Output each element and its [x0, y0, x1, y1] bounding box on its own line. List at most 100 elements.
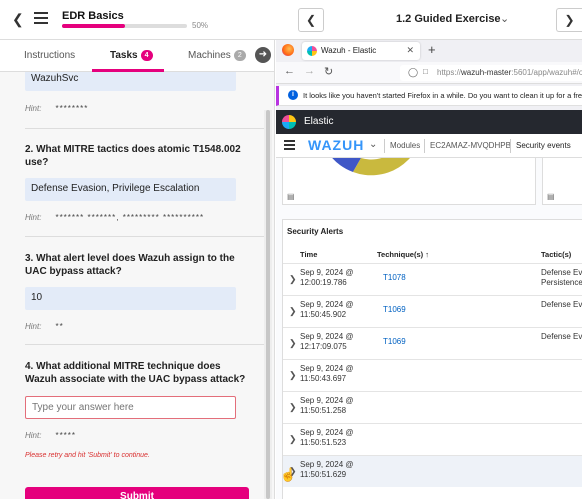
lock-icon[interactable]: □	[423, 67, 428, 76]
table-icon[interactable]: ▤	[547, 192, 555, 201]
security-alerts-panel: Security Alerts Time Technique(s) ↑ Tact…	[282, 219, 582, 499]
breadcrumb-security-events[interactable]: Security events	[516, 141, 571, 150]
table-row[interactable]: ❯ Sep 9, 2024 @ 11:50:51.523	[283, 423, 582, 455]
course-progress-fill	[62, 24, 125, 28]
divider	[384, 139, 385, 153]
question-2: 2. What MITRE tactics does atomic T1548.…	[25, 144, 241, 168]
divider	[25, 128, 264, 129]
info-icon: i	[288, 90, 298, 100]
chevron-right-icon[interactable]: ❯	[289, 274, 297, 285]
alert-time: Sep 9, 2024 @ 11:50:43.697	[300, 364, 354, 383]
side-panel: ▤	[542, 158, 582, 205]
retry-message: Please retry and hit 'Submit' to continu…	[25, 452, 150, 459]
chevron-right-icon[interactable]: ❯	[289, 306, 297, 317]
top-bar: ❮ EDR Basics 50% ❮ 1.2 Guided Exercise ⌄…	[0, 0, 582, 40]
reload-icon[interactable]: ↻	[324, 65, 333, 78]
firefox-refresh-notice: i It looks like you haven't started Fire…	[276, 86, 582, 106]
hint-value: **	[55, 322, 64, 331]
wazuh-navbar: WAZUH ⌄ Modules EC2AMAZ-MVQDHPB Security…	[276, 134, 582, 158]
alert-time: Sep 9, 2024 @ 12:00:19.786	[300, 268, 354, 287]
forward-arrow-icon[interactable]: →	[304, 65, 315, 77]
browser-navbar: ← → ↻ ◯ □ https://wazuh-master:5601/app/…	[276, 62, 582, 84]
answer-field-q4[interactable]	[25, 396, 236, 419]
tab-machines-label: Machines	[188, 50, 231, 61]
hint-label: Hint:	[25, 104, 42, 113]
table-row[interactable]: ❯ Sep 9, 2024 @ 11:50:45.902 T1069 Defense …	[283, 295, 582, 327]
hamburger-menu-icon[interactable]	[34, 12, 48, 24]
close-icon[interactable]: ✕	[406, 45, 414, 56]
breadcrumb-agent[interactable]: EC2AMAZ-MVQDHPB	[430, 141, 511, 150]
column-header-techniques[interactable]: Technique(s) ↑	[377, 250, 429, 259]
donut-chart	[319, 128, 423, 176]
table-row[interactable]: ❯ Sep 9, 2024 @ 11:50:51.258	[283, 391, 582, 423]
alert-technique[interactable]: T1069	[383, 337, 406, 346]
table-row[interactable]: ❯ Sep 9, 2024 @ 11:50:43.697	[283, 359, 582, 391]
scrollbar-thumb[interactable]	[266, 110, 270, 499]
tab-tasks[interactable]: Tasks 4	[110, 50, 153, 61]
column-header-time[interactable]: Time	[300, 250, 317, 259]
url-prefix: https://	[437, 68, 462, 77]
exercise-title[interactable]: 1.2 Guided Exercise	[396, 13, 501, 25]
chevron-right-icon[interactable]: ❯	[289, 370, 297, 381]
chevron-down-icon[interactable]: ⌄	[369, 139, 377, 150]
chevron-down-icon[interactable]: ⌄	[500, 12, 509, 25]
alert-time: Sep 9, 2024 @ 11:50:51.523	[300, 428, 354, 447]
hint-value: *****	[55, 431, 77, 440]
tab-machines[interactable]: Machines 2	[188, 50, 246, 61]
url-path: :5601/app/wazuh#/o	[511, 68, 582, 77]
wazuh-logo[interactable]: WAZUH	[308, 137, 364, 153]
question-4: 4. What additional MITRE technique does …	[25, 361, 246, 385]
hint-value: ******* *******, ********* **********	[55, 213, 205, 222]
browser-tab-title: Wazuh - Elastic	[321, 46, 377, 55]
next-exercise-button[interactable]: ❯	[556, 8, 582, 32]
submit-button[interactable]: Submit	[25, 487, 249, 499]
scrollbar[interactable]	[264, 110, 272, 499]
table-row[interactable]: ❯ Sep 9, 2024 @ 11:50:51.629	[283, 455, 582, 487]
hint-label: Hint:	[25, 213, 42, 222]
answer-field-q2[interactable]: Defense Evasion, Privilege Escalation	[25, 178, 236, 201]
wazuh-dashboard: ▤ ▤ Security Alerts Time Technique(s) ↑ …	[276, 128, 582, 499]
answer-field-q3[interactable]: 10	[25, 287, 236, 310]
hint-q4: Hint: *****	[25, 431, 76, 440]
remote-browser: Wazuh - Elastic ✕ + ← → ↻ ◯ □ https://wa…	[276, 40, 582, 499]
shield-icon[interactable]: ◯	[408, 67, 418, 78]
table-icon[interactable]: ▤	[287, 192, 295, 201]
answer-field-q1[interactable]: WazuhSvc	[25, 72, 236, 91]
url-bar[interactable]: ◯ □ https://wazuh-master:5601/app/wazuh#…	[400, 65, 582, 81]
previous-exercise-button[interactable]: ❮	[298, 8, 324, 32]
divider	[424, 139, 425, 153]
tab-instructions-label: Instructions	[24, 50, 76, 61]
browser-tab[interactable]: Wazuh - Elastic ✕	[302, 42, 420, 60]
back-icon[interactable]: ❮	[12, 11, 24, 28]
chevron-right-icon[interactable]: ❯	[289, 434, 297, 445]
chevron-right-icon[interactable]: ❯	[289, 338, 297, 349]
elastic-label[interactable]: Elastic	[304, 116, 333, 127]
new-tab-icon[interactable]: +	[428, 42, 436, 57]
table-row[interactable]: ❯ Sep 9, 2024 @ 12:00:19.786 T1078 Defense …	[283, 263, 582, 295]
firefox-icon[interactable]	[282, 44, 294, 56]
tab-instructions[interactable]: Instructions	[24, 50, 75, 61]
alert-technique[interactable]: T1078	[383, 273, 406, 282]
alert-time: Sep 9, 2024 @ 11:50:45.902	[300, 300, 354, 319]
divider	[510, 139, 511, 153]
alert-technique[interactable]: T1069	[383, 305, 406, 314]
url-text[interactable]: https://wazuh-master:5601/app/wazuh#/o	[437, 68, 582, 77]
hint-value: ********	[55, 104, 89, 113]
course-progress-bar	[62, 24, 187, 28]
chevron-right-icon[interactable]: ❯	[289, 402, 297, 413]
back-arrow-icon[interactable]: ←	[284, 65, 295, 77]
course-progress-label: 50%	[192, 21, 209, 30]
breadcrumb-modules[interactable]: Modules	[390, 141, 420, 150]
hamburger-menu-icon[interactable]	[284, 140, 295, 152]
machines-count-badge: 2	[233, 50, 246, 61]
arrow-right-icon[interactable]: ➜	[255, 47, 271, 63]
url-host: wazuh-master	[461, 68, 512, 77]
alert-tactic: Defense Eva	[541, 332, 582, 341]
elastic-logo-icon[interactable]	[282, 115, 296, 129]
hint-q1: Hint: ********	[25, 104, 88, 113]
question-3: 3. What alert level does Wazuh assign to…	[25, 253, 235, 277]
elastic-header: Elastic	[276, 110, 582, 134]
table-row[interactable]: ❯ Sep 9, 2024 @ 12:17:09.075 T1069 Defense …	[283, 327, 582, 359]
alert-time: Sep 9, 2024 @ 11:50:51.258	[300, 396, 354, 415]
column-header-tactics[interactable]: Tactic(s)	[541, 250, 571, 259]
